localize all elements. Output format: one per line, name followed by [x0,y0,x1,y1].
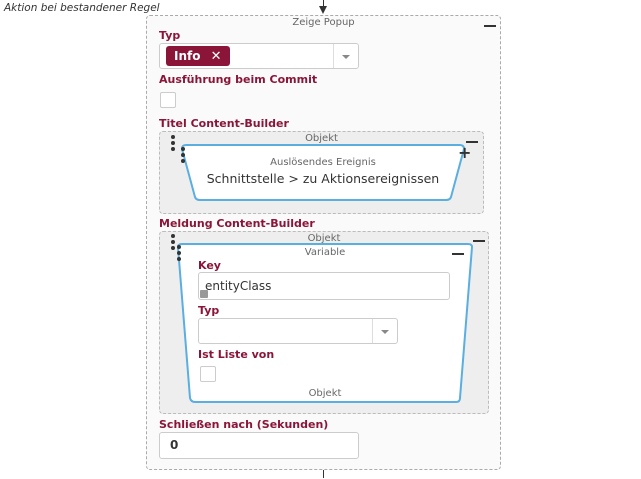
commit-checkbox[interactable] [160,92,176,108]
key-value: entityClass [205,279,272,293]
drag-handle-icon[interactable] [171,135,175,153]
close-icon[interactable]: ✕ [211,49,222,64]
collapse-minus-icon[interactable] [473,240,485,242]
key-label: Key [198,259,221,272]
dropdown-toggle[interactable] [333,44,358,68]
collapse-minus-icon[interactable] [484,25,496,27]
titel-object-title: Objekt [305,133,338,144]
info-tag: Info ✕ [166,46,230,66]
variable-title: Variable [304,247,346,258]
liste-label: Ist Liste von [198,348,275,361]
typ-label: Typ [159,29,181,42]
card-caption: Auslösendes Ereignis [270,157,376,168]
chevron-down-icon [342,55,350,59]
node-title: Zeige Popup [292,17,355,28]
resize-icon[interactable] [200,290,208,298]
schliessen-input[interactable]: 0 [159,432,359,459]
chevron-down-icon [381,330,389,334]
schliessen-label: Schließen nach (Sekunden) [159,418,329,431]
popup-node[interactable]: Zeige Popup Typ Info ✕ Ausführung beim C… [146,15,501,470]
page-heading: Aktion bei bestandener Regel [4,2,160,14]
collapse-minus-icon[interactable] [452,253,464,255]
info-tag-label: Info [174,49,201,63]
variable-typ-label: Typ [198,304,220,317]
meldung-object-box[interactable]: Objekt Variable Key entityClass Typ Ist … [159,231,489,414]
titel-object-box[interactable]: Objekt + Auslösendes Ereignis Schnittste… [159,131,484,214]
key-input[interactable]: entityClass [198,272,450,300]
dropdown-toggle[interactable] [372,319,397,343]
typ-select[interactable]: Info ✕ [159,43,359,69]
card-value: Schnittstelle > zu Aktionsereignissen [206,171,440,186]
connector-line-bottom [323,470,324,478]
variable-typ-select[interactable] [198,318,398,344]
arrow-down-icon [319,6,327,14]
titel-label: Titel Content-Builder [159,117,289,130]
liste-checkbox[interactable] [200,366,216,382]
variable-footer: Objekt [308,388,342,399]
meldung-label: Meldung Content-Builder [159,217,315,230]
meldung-object-title: Objekt [307,233,341,244]
commit-label: Ausführung beim Commit [159,73,318,86]
